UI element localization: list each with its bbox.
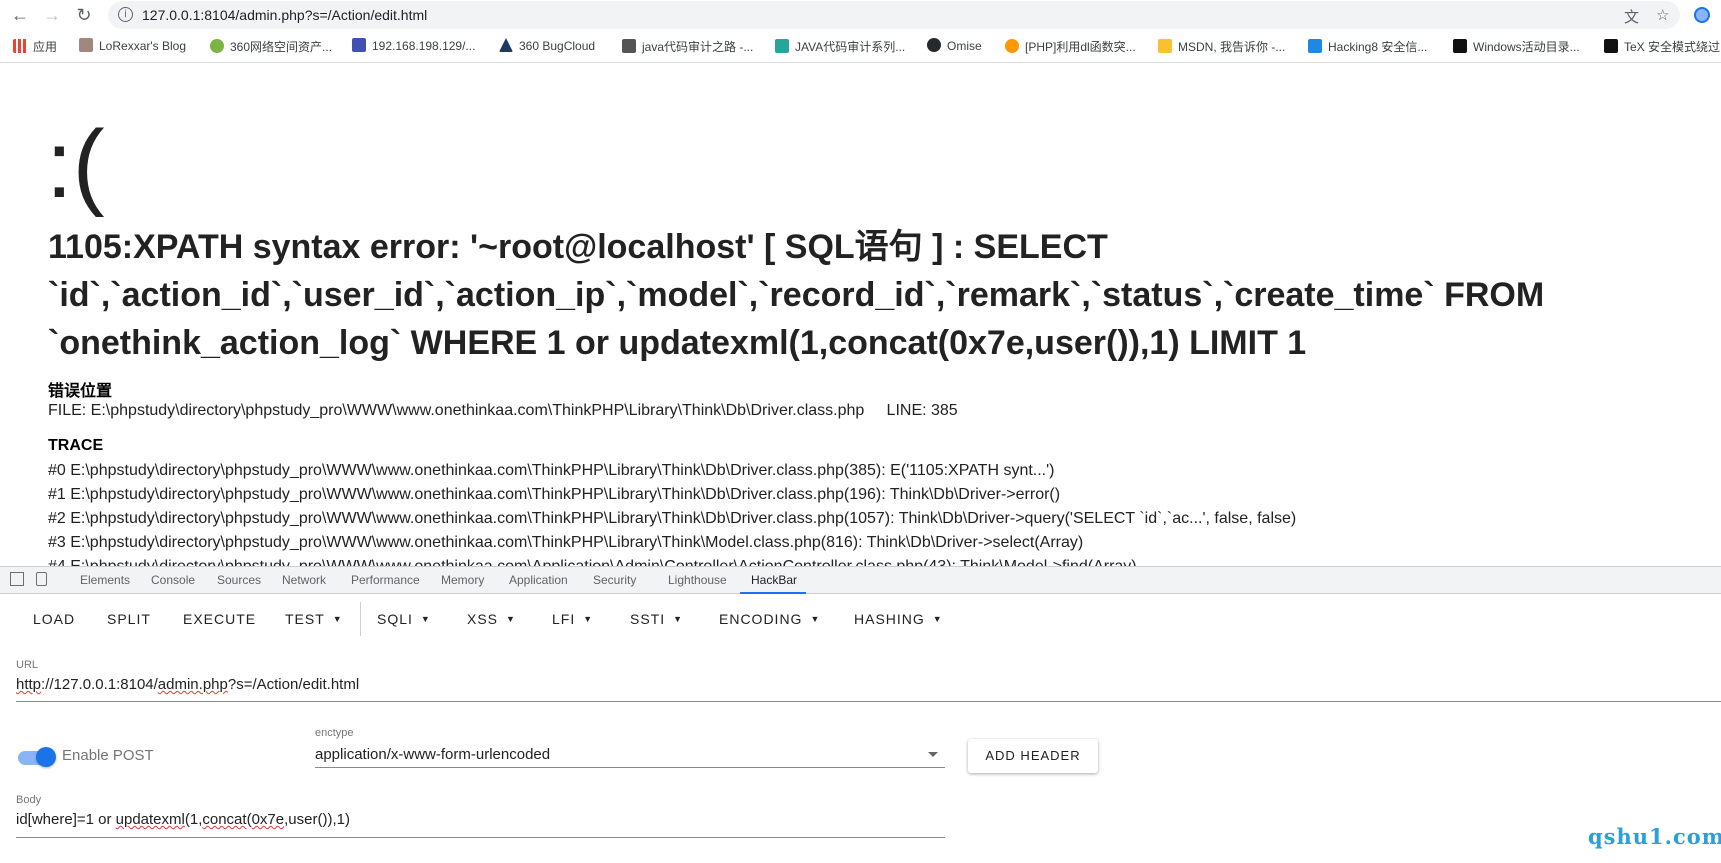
tab-sources[interactable]: Sources: [217, 573, 261, 587]
bookmark-item[interactable]: Windows活动目录...: [1453, 38, 1580, 55]
reload-icon[interactable]: ↻: [73, 4, 95, 26]
trace-line: #1 E:\phpstudy\directory\phpstudy_pro\WW…: [48, 486, 1061, 503]
page-content: :( 1105:XPATH syntax error: '~root@local…: [0, 63, 1721, 567]
page-icon: [1308, 39, 1322, 53]
tab-performance[interactable]: Performance: [351, 573, 420, 587]
add-header-button[interactable]: ADD HEADER: [968, 739, 1098, 773]
back-icon[interactable]: ←: [9, 4, 31, 26]
bookmark-item[interactable]: MSDN, 我告诉你 -...: [1158, 38, 1285, 55]
page-icon: [1005, 39, 1019, 53]
chevron-down-icon[interactable]: [928, 752, 938, 757]
encoding-menu[interactable]: ENCODING ▼: [719, 611, 820, 627]
url-input-underline: [16, 701, 1721, 702]
bookmark-item[interactable]: [PHP]利用dl函数突...: [1005, 38, 1136, 55]
profile-avatar[interactable]: [1694, 7, 1710, 23]
xss-menu[interactable]: XSS ▼: [467, 611, 516, 627]
hashing-menu[interactable]: HASHING ▼: [854, 611, 943, 627]
trace-line: #4 E:\phpstudy\directory\phpstudy_pro\WW…: [48, 558, 1137, 566]
globe-icon: [210, 39, 224, 53]
trace-line: #3 E:\phpstudy\directory\phpstudy_pro\WW…: [48, 534, 1084, 551]
location-line: FILE: E:\phpstudy\directory\phpstudy_pro…: [48, 402, 958, 419]
load-button[interactable]: LOAD: [33, 611, 75, 627]
bookmark-item[interactable]: JAVA代码审计系列...: [775, 38, 905, 55]
trace-line: #0 E:\phpstudy\directory\phpstudy_pro\WW…: [48, 462, 1055, 479]
page-icon: [622, 39, 636, 53]
bookmark-item[interactable]: LoRexxar's Blog: [79, 38, 186, 53]
info-icon[interactable]: i: [118, 7, 133, 22]
url-label: URL: [16, 659, 39, 671]
device-toolbar-icon[interactable]: [36, 572, 47, 586]
github-icon: [927, 38, 941, 52]
bookmark-item[interactable]: TeX 安全模式绕过: [1604, 38, 1720, 55]
ssti-menu[interactable]: SSTI ▼: [630, 611, 683, 627]
caret-down-icon: ▼: [420, 614, 431, 624]
caret-down-icon: ▼: [673, 614, 684, 624]
page-icon: [1158, 39, 1172, 53]
bookmark-item[interactable]: 360 BugCloud: [499, 38, 595, 53]
tab-application[interactable]: Application: [509, 573, 568, 587]
blog-icon: [79, 38, 93, 52]
apps-grid-icon: [13, 39, 27, 53]
error-message: 1105:XPATH syntax error: '~root@localhos…: [48, 228, 1545, 362]
tab-hackbar[interactable]: HackBar: [751, 573, 797, 587]
tab-console[interactable]: Console: [151, 573, 195, 587]
tab-elements[interactable]: Elements: [80, 573, 130, 587]
forward-icon[interactable]: →: [41, 4, 63, 26]
devtools-tabbar: Elements Console Sources Network Perform…: [0, 566, 1721, 594]
watermark: qshu1.com: [1588, 824, 1721, 849]
caret-down-icon: ▼: [583, 614, 594, 624]
star-icon[interactable]: ☆: [1656, 6, 1669, 24]
tab-lighthouse[interactable]: Lighthouse: [668, 573, 727, 587]
tab-memory[interactable]: Memory: [441, 573, 484, 587]
menu-divider: [360, 602, 361, 636]
body-label: Body: [16, 794, 42, 806]
bookmark-item[interactable]: Hacking8 安全信...: [1308, 38, 1427, 55]
bookmark-item[interactable]: Omise: [927, 38, 982, 53]
page-icon: [1604, 39, 1618, 53]
browser-toolbar: ← → ↻ i 127.0.0.1:8104/admin.php?s=/Acti…: [0, 0, 1721, 30]
address-url[interactable]: 127.0.0.1:8104/admin.php?s=/Action/edit.…: [142, 7, 427, 23]
execute-button[interactable]: EXECUTE: [183, 611, 256, 627]
body-input[interactable]: id[where]=1 or updatexml(1,concat(0x7e,u…: [16, 811, 350, 828]
caret-down-icon: ▼: [810, 614, 821, 624]
page-icon: [775, 39, 789, 53]
caret-down-icon: ▼: [506, 614, 516, 624]
bookmark-item[interactable]: java代码审计之路 -...: [622, 38, 753, 55]
enctype-label: enctype: [315, 727, 354, 739]
location-heading: 错误位置: [48, 383, 113, 400]
toggle-knob[interactable]: [36, 747, 56, 767]
caret-down-icon: ▼: [332, 614, 343, 624]
tab-network[interactable]: Network: [282, 573, 326, 587]
tab-security[interactable]: Security: [593, 573, 636, 587]
url-input[interactable]: http://127.0.0.1:8104/admin.php?s=/Actio…: [16, 676, 359, 693]
caret-down-icon: ▼: [932, 614, 943, 624]
bookmarks-bar: 应用 LoRexxar's Blog 360网络空间资产... 192.168.…: [0, 30, 1721, 63]
sqli-menu[interactable]: SQLI ▼: [377, 611, 431, 627]
triangle-icon: [499, 38, 513, 52]
test-menu[interactable]: TEST ▼: [285, 611, 343, 627]
enctype-underline: [315, 767, 945, 768]
enable-post-label: Enable POST: [62, 747, 154, 764]
address-bar[interactable]: i 127.0.0.1:8104/admin.php?s=/Action/edi…: [108, 1, 1680, 29]
body-input-underline: [16, 837, 945, 838]
split-button[interactable]: SPLIT: [107, 611, 151, 627]
translate-icon[interactable]: 文: [1624, 6, 1639, 27]
sad-face: :(: [46, 111, 105, 218]
enctype-select[interactable]: application/x-www-form-urlencoded: [315, 746, 550, 763]
bookmark-apps[interactable]: 应用: [13, 38, 57, 55]
page-icon: [352, 38, 366, 52]
trace-line: #2 E:\phpstudy\directory\phpstudy_pro\WW…: [48, 510, 1297, 527]
trace-heading: TRACE: [48, 437, 104, 454]
lfi-menu[interactable]: LFI ▼: [552, 611, 593, 627]
bookmark-item[interactable]: 192.168.198.129/...: [352, 38, 475, 53]
bookmark-item[interactable]: 360网络空间资产...: [210, 38, 332, 55]
page-icon: [1453, 39, 1467, 53]
inspect-element-icon[interactable]: [10, 572, 24, 586]
